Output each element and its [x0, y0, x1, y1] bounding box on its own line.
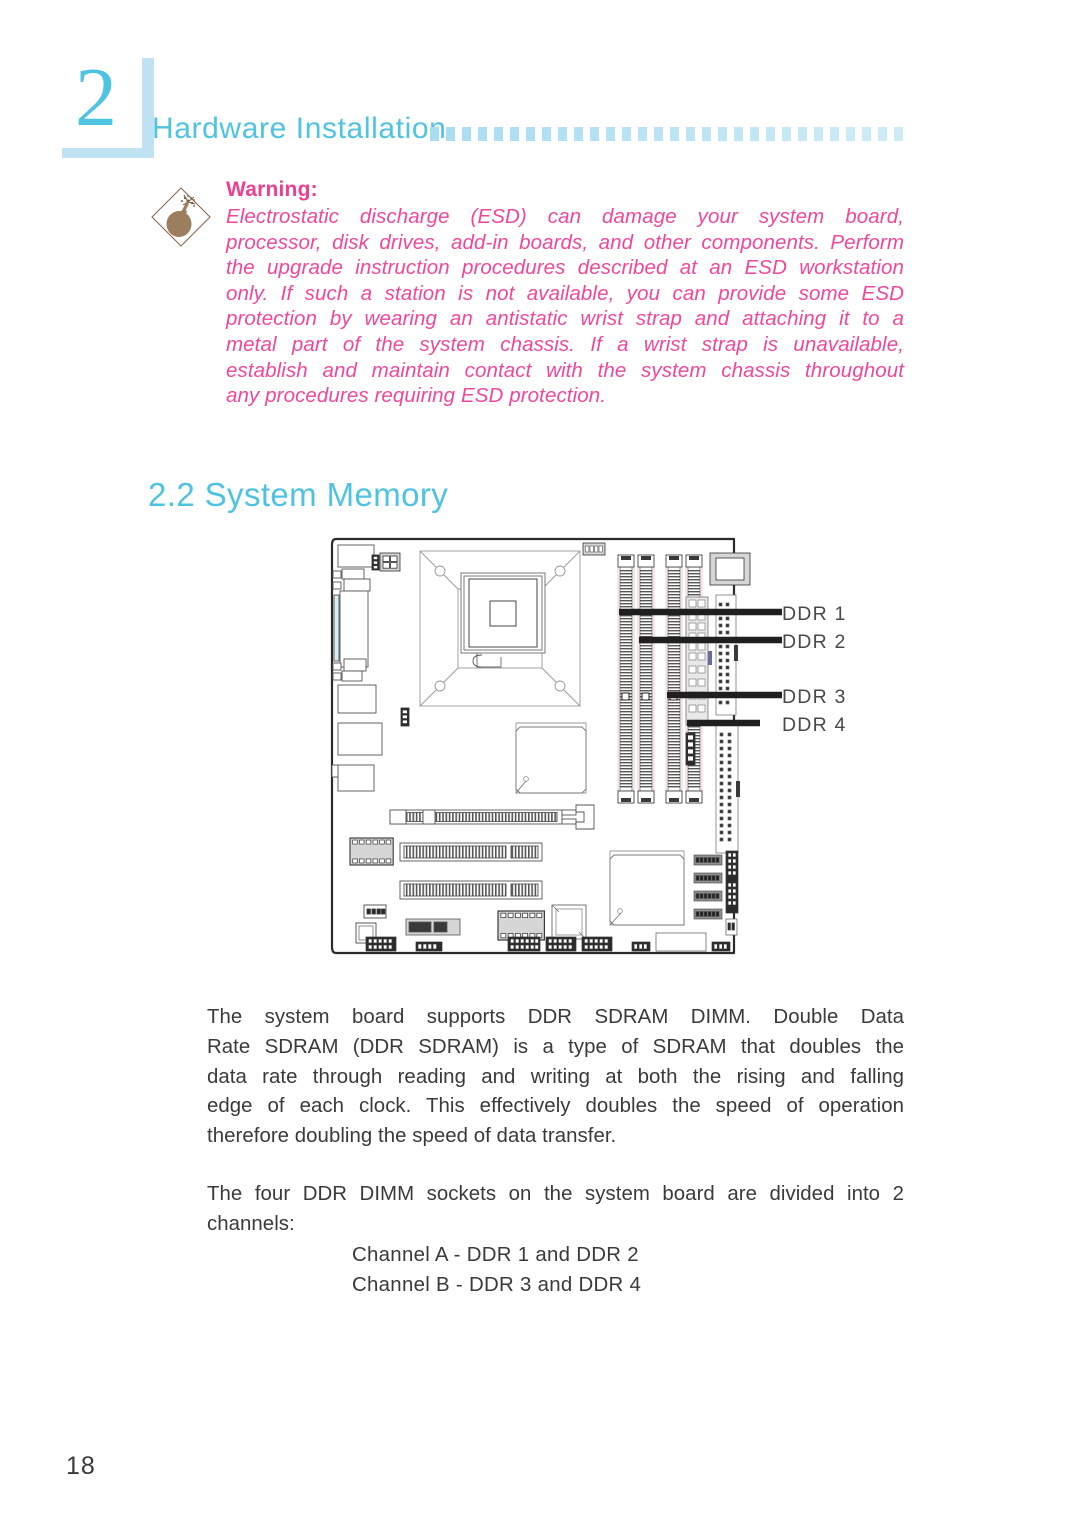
system-board-figure: DDR 1 DDR 2 DDR 3 DDR 4 [330, 533, 890, 965]
header-dot [542, 127, 551, 141]
p1-line-2: Rate SDRAM (DDR SDRAM) is a type of SDRA… [207, 1035, 904, 1058]
header-dot [878, 127, 887, 141]
header-dot [846, 127, 855, 141]
header-dot [654, 127, 663, 141]
header-dot [510, 127, 519, 141]
callout-label-ddr1: DDR 1 [782, 603, 847, 625]
callout-label-ddr3: DDR 3 [782, 686, 847, 708]
warning-line-1: Electrostatic discharge (ESD) can damage… [226, 205, 904, 228]
header-dot [430, 127, 439, 141]
warning-line-3: the upgrade instruction procedures descr… [226, 256, 904, 280]
header-dot [638, 127, 647, 141]
chapter-number-block: 2 [50, 48, 154, 158]
header-dot [702, 127, 711, 141]
header-dot [862, 127, 871, 141]
page-title: Hardware Installation [152, 112, 447, 145]
header-dot [766, 127, 775, 141]
document-page: 2 Hardware Installation Warning: Electro… [0, 0, 1080, 1528]
p1-line-1: The system board supports DDR SDRAM DIMM… [207, 1006, 904, 1029]
header-dot [558, 127, 567, 141]
body-paragraph-2: The four DDR DIMM sockets on the system … [207, 1180, 904, 1239]
header-dot [830, 127, 839, 141]
header-dot [686, 127, 695, 141]
warning-line-2: processor, disk drives, add-in boards, a… [226, 230, 904, 254]
channel-item-a: Channel A - DDR 1 and DDR 2 [352, 1244, 639, 1266]
header-dot [622, 127, 631, 141]
callout-label-ddr2: DDR 2 [782, 631, 847, 653]
header-dot [798, 127, 807, 141]
header-dot [462, 127, 471, 141]
header-dot [494, 127, 503, 141]
header-dot [814, 127, 823, 141]
chapter-number: 2 [75, 51, 117, 144]
warning-line-5: protection by wearing an antistatic wris… [226, 307, 904, 331]
warning-text: Electrostatic discharge (ESD) can damage… [226, 204, 904, 409]
header-dot [574, 127, 583, 141]
body-paragraph-1: The system board supports DDR SDRAM DIMM… [207, 1003, 904, 1151]
warning-line-8: any procedures requiring ESD protection. [226, 384, 607, 408]
section-heading: 2.2 System Memory [148, 476, 449, 513]
warning-line-6: metal part of the system chassis. If a w… [226, 332, 904, 356]
p1-line-3: data rate through reading and writing at… [207, 1065, 904, 1088]
header-dot [718, 127, 727, 141]
header-dot-rule [430, 126, 903, 142]
channel-item-b: Channel B - DDR 3 and DDR 4 [352, 1274, 642, 1296]
page-number: 18 [66, 1452, 96, 1480]
page-header: 2 Hardware Installation [0, 0, 1080, 175]
bomb-icon [150, 186, 212, 248]
p1-line-5: therefore doubling the speed of data tra… [207, 1124, 617, 1147]
channel-list: Channel A - DDR 1 and DDR 2 Channel B - … [352, 1240, 641, 1300]
warning-line-4: only. If such a station is not available… [226, 281, 904, 305]
warning-title: Warning: [226, 178, 318, 201]
warning-text-body: Warning: Electrostatic discharge (ESD) c… [226, 178, 904, 409]
system-board-drawing [330, 537, 782, 955]
header-dot [782, 127, 791, 141]
header-dot [670, 127, 679, 141]
warning-line-7: establish and maintain contact with the … [226, 358, 904, 382]
header-dot [894, 127, 903, 141]
header-dot [734, 127, 743, 141]
header-dot [526, 127, 535, 141]
p1-line-4: edge of each clock. This effectively dou… [207, 1095, 904, 1118]
header-dot [590, 127, 599, 141]
callout-label-ddr4: DDR 4 [782, 714, 847, 736]
p2-line-1: The four DDR DIMM sockets on the system … [207, 1183, 904, 1206]
header-dot [478, 127, 487, 141]
header-dot [750, 127, 759, 141]
header-dot [606, 127, 615, 141]
p2-line-2: channels: [207, 1212, 295, 1235]
header-dot [446, 127, 455, 141]
